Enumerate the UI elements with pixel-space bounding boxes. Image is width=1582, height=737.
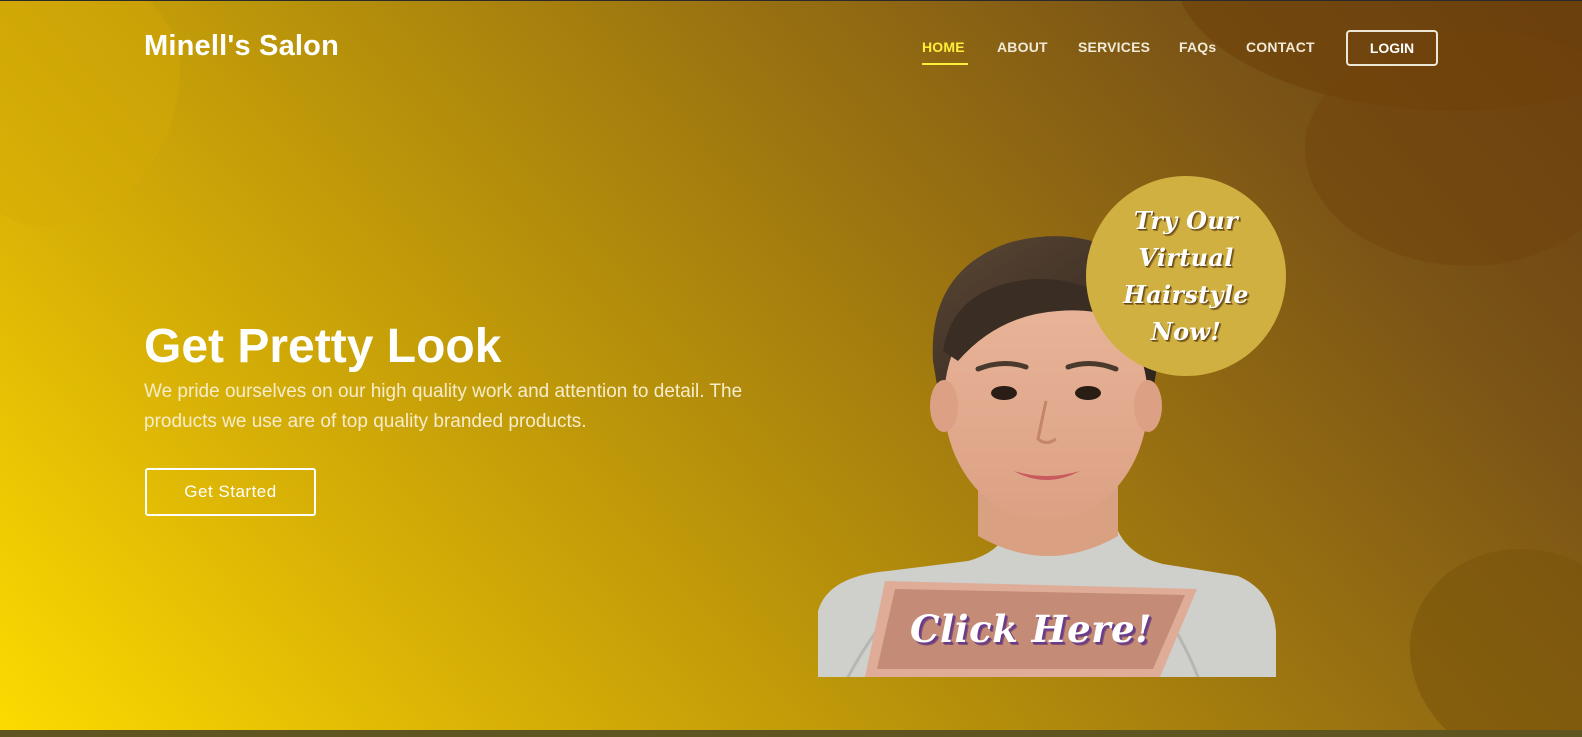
hero-description: We pride ourselves on our high quality w… — [144, 381, 743, 432]
main-nav: HOME ABOUT SERVICES FAQs CONTACT LOGIN — [0, 30, 1582, 70]
virtual-hairstyle-text: Try Our Virtual Hairstyle Now! — [1123, 206, 1249, 346]
click-here-banner[interactable]: Click Here! — [865, 581, 1197, 677]
virtual-hairstyle-badge[interactable]: Try Our Virtual Hairstyle Now! — [1086, 176, 1286, 376]
hero-title: Get Pretty Look — [144, 320, 502, 373]
get-started-button[interactable]: Get Started — [145, 468, 316, 516]
hero-section: Minell's Salon HOME ABOUT SERVICES FAQs … — [0, 0, 1582, 731]
click-here-text: Click Here! — [910, 607, 1152, 651]
nav-item-about[interactable]: ABOUT — [997, 39, 1048, 55]
login-button[interactable]: LOGIN — [1346, 30, 1438, 66]
decorative-blob — [1410, 549, 1582, 731]
next-section-edge — [0, 730, 1582, 737]
nav-item-home[interactable]: HOME — [922, 39, 965, 55]
nav-item-contact[interactable]: CONTACT — [1246, 39, 1315, 55]
nav-item-faqs[interactable]: FAQs — [1179, 39, 1216, 55]
nav-item-services[interactable]: SERVICES — [1078, 39, 1150, 55]
nav-active-indicator — [922, 63, 968, 65]
